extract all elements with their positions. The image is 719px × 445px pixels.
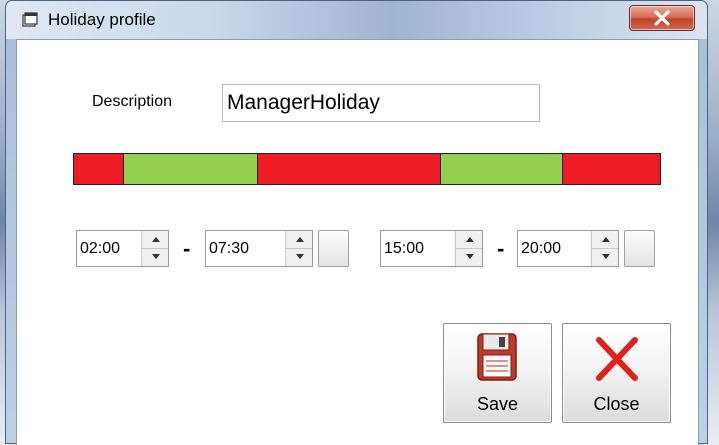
close-icon <box>654 10 670 26</box>
period-1-end-value: 07:30 <box>209 240 250 257</box>
spinner-arrows <box>591 231 618 266</box>
arrow-down-icon <box>466 253 474 259</box>
arrow-down-icon <box>296 253 304 259</box>
active-time-segment <box>122 154 258 184</box>
save-button-label: Save <box>476 394 519 414</box>
close-button-label: Close <box>593 394 640 414</box>
spin-down-button[interactable] <box>456 249 482 267</box>
save-button[interactable]: Save <box>443 323 552 423</box>
spin-up-button[interactable] <box>592 231 618 249</box>
spin-down-button[interactable] <box>592 249 618 267</box>
arrow-up-icon <box>466 237 474 242</box>
period-1-toggle-button[interactable] <box>318 230 349 267</box>
window-close-button[interactable] <box>629 5 695 31</box>
inactive-time-segment <box>74 154 123 184</box>
spin-up-button[interactable] <box>456 231 482 249</box>
window-title: Holiday profile <box>48 10 156 29</box>
spin-up-button[interactable] <box>142 231 168 249</box>
arrow-down-icon <box>152 253 160 259</box>
spin-down-button[interactable] <box>142 249 168 267</box>
arrow-up-icon <box>602 237 610 242</box>
dialog-body: Description ManagerHoliday 02:00 - 07:30… <box>16 39 699 445</box>
period-2-start-value: 15:00 <box>384 240 425 257</box>
floppy-disk-icon <box>477 333 517 381</box>
arrow-up-icon <box>296 237 304 242</box>
spin-down-button[interactable] <box>286 249 312 267</box>
inactive-time-segment <box>257 154 441 184</box>
period-2-separator: - <box>497 236 505 261</box>
spin-up-button[interactable] <box>286 231 312 249</box>
holiday-profile-dialog: Holiday profile Description ManagerHolid… <box>5 0 708 445</box>
spinner-arrows <box>285 231 312 266</box>
spinner-arrows <box>141 231 168 266</box>
inactive-time-segment <box>562 154 660 184</box>
arrow-down-icon <box>602 253 610 259</box>
period-1-separator: - <box>183 236 191 261</box>
title-bar[interactable]: Holiday profile <box>6 1 707 39</box>
description-input[interactable]: ManagerHoliday <box>222 84 540 122</box>
period-2-end-value: 20:00 <box>521 240 562 257</box>
period-2-end-spinner[interactable]: 20:00 <box>517 230 619 267</box>
app-window-icon <box>22 12 38 27</box>
description-label: Description <box>92 93 173 110</box>
red-x-icon <box>596 337 638 381</box>
close-button[interactable]: Close <box>562 323 671 423</box>
period-1-end-spinner[interactable]: 07:30 <box>205 230 313 267</box>
desktop-background-right <box>707 0 719 444</box>
active-time-segment <box>440 154 563 184</box>
day-timeline-bar <box>73 153 661 185</box>
arrow-up-icon <box>152 237 160 242</box>
period-2-toggle-button[interactable] <box>624 230 655 267</box>
period-2-start-spinner[interactable]: 15:00 <box>380 230 483 267</box>
spinner-arrows <box>455 231 482 266</box>
period-1-start-value: 02:00 <box>80 240 121 257</box>
period-1-start-spinner[interactable]: 02:00 <box>76 230 169 267</box>
